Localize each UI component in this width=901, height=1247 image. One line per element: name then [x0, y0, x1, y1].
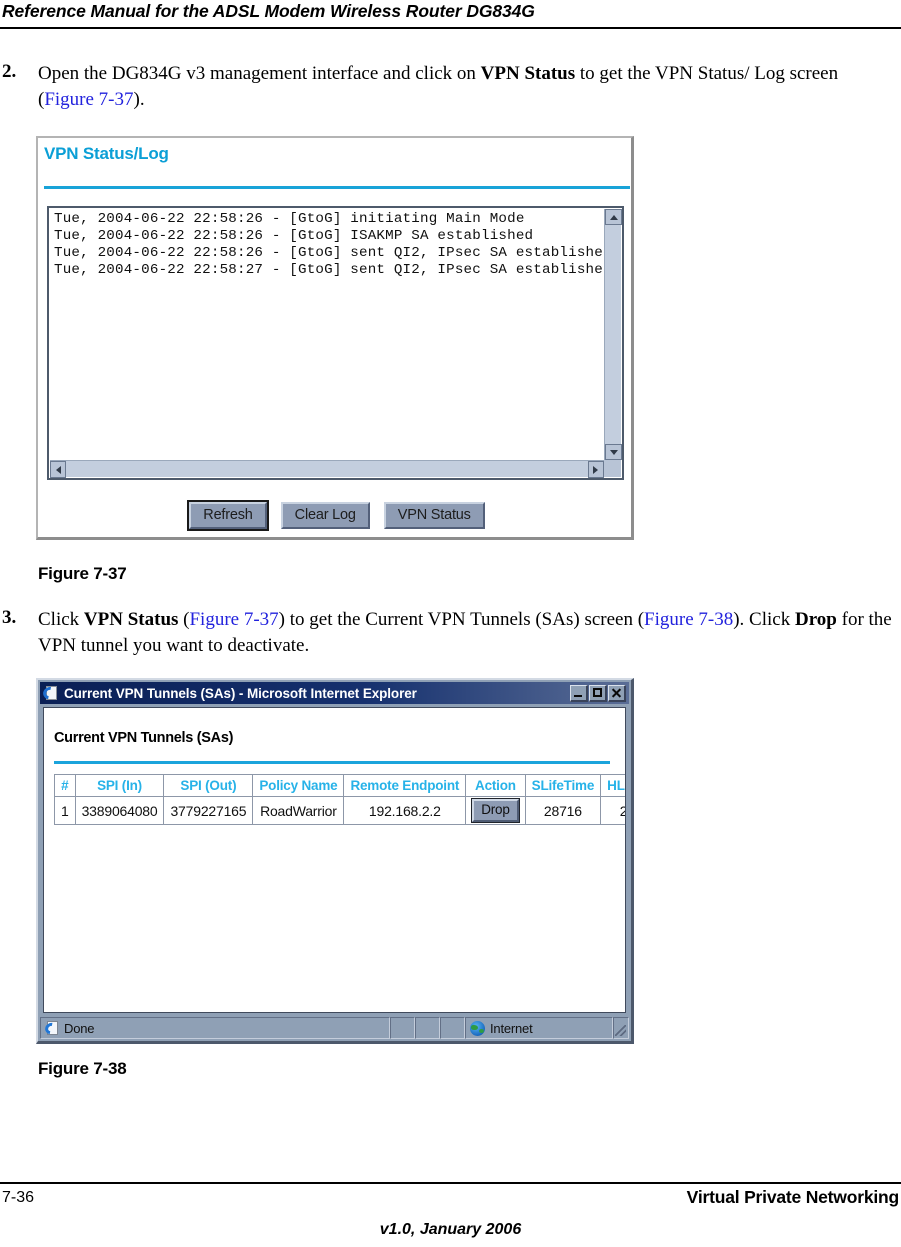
footer-section-title: Virtual Private Networking — [686, 1187, 900, 1207]
figure-7-38-link[interactable]: Figure 7-38 — [644, 609, 733, 630]
step-2-text: Open the DG834G v3 management interface … — [38, 61, 898, 113]
vpn-status-log-title: VPN Status/Log — [44, 144, 169, 163]
log-vertical-scrollbar[interactable] — [604, 209, 622, 460]
table-row: 1 3389064080 3779227165 RoadWarrior 192.… — [54, 796, 625, 825]
cell-spi-in: 3389064080 — [74, 796, 165, 825]
window-title-bar: Current VPN Tunnels (SAs) - Microsoft In… — [40, 682, 629, 704]
cell-index: 1 — [54, 796, 76, 825]
manual-title: Reference Manual for the ADSL Modem Wire… — [2, 1, 535, 21]
minimize-icon[interactable] — [570, 684, 588, 702]
status-message-cell: Done — [40, 1017, 390, 1039]
log-horizontal-scrollbar[interactable] — [50, 460, 604, 478]
step-2-seg-0: Open the DG834G v3 management interface … — [38, 63, 481, 84]
footer-divider — [0, 1182, 901, 1184]
col-spi-in: SPI (In) — [74, 774, 165, 797]
ie-document-icon — [42, 1020, 60, 1036]
vpn-log-line-0: Tue, 2004-06-22 22:58:26 - [GtoG] initia… — [54, 211, 525, 227]
col-spi-out: SPI (Out) — [163, 774, 254, 797]
resize-grip[interactable] — [613, 1017, 629, 1039]
status-message-text: Done — [64, 1020, 95, 1036]
col-remote-endpoint: Remote Endpoint — [343, 774, 467, 797]
security-zone-text: Internet — [490, 1020, 533, 1036]
vpn-status-log-panel: VPN Status/Log Tue, 2004-06-22 22:58:26 … — [38, 138, 631, 537]
close-icon[interactable] — [608, 684, 626, 702]
figure-7-38-screenshot: Current VPN Tunnels (SAs) - Microsoft In… — [36, 678, 634, 1044]
cell-hlifetime: 28715 — [600, 796, 625, 825]
vpn-log-textarea[interactable]: Tue, 2004-06-22 22:58:26 - [GtoG] initia… — [47, 206, 624, 480]
step-3-seg-2: ( — [178, 609, 190, 630]
step-3-seg-6: ). Click — [733, 609, 795, 630]
figure-7-37-caption: Figure 7-37 — [38, 564, 127, 583]
footer-page-number: 7-36 — [2, 1189, 35, 1206]
step-3-seg-0: Click — [38, 609, 84, 630]
internet-explorer-icon — [40, 684, 59, 702]
step-2-seg-1: VPN Status — [480, 63, 576, 84]
cell-action: Drop — [465, 796, 526, 825]
clear-log-button[interactable]: Clear Log — [280, 502, 370, 529]
globe-icon — [470, 1020, 485, 1036]
step-2-number: 2. — [2, 61, 17, 82]
vpn-tunnels-table: # SPI (In) SPI (Out) Policy Name Remote … — [54, 774, 625, 825]
current-vpn-tunnels-divider — [54, 761, 610, 764]
figure-7-37-screenshot: VPN Status/Log Tue, 2004-06-22 22:58:26 … — [36, 136, 634, 540]
browser-status-bar: Done Internet — [40, 1017, 629, 1039]
step-3-text: Click VPN Status (Figure 7-37) to get th… — [38, 607, 898, 659]
footer-version: v1.0, January 2006 — [379, 1221, 522, 1238]
table-header-row: # SPI (In) SPI (Out) Policy Name Remote … — [54, 774, 625, 797]
cell-slifetime: 28716 — [524, 796, 602, 825]
step-3-seg-1: VPN Status — [83, 609, 179, 630]
col-slifetime: SLifeTime — [524, 774, 602, 797]
vpn-log-line-1: Tue, 2004-06-22 22:58:26 - [GtoG] ISAKMP… — [54, 228, 534, 244]
vpn-status-button[interactable]: VPN Status — [383, 502, 485, 529]
refresh-button[interactable]: Refresh — [187, 500, 269, 531]
col-policy-name: Policy Name — [252, 774, 345, 797]
vpn-status-log-divider — [44, 186, 630, 189]
cell-spi-out: 3779227165 — [163, 796, 254, 825]
cell-remote-endpoint: 192.168.2.2 — [343, 796, 467, 825]
scroll-left-arrow-icon[interactable] — [50, 461, 66, 478]
window-controls — [569, 684, 626, 702]
step-3-seg-4: ) to get the Current VPN Tunnels (SAs) s… — [278, 609, 645, 630]
header-divider — [0, 27, 901, 29]
step-3-seg-7: Drop — [794, 609, 837, 630]
figure-7-37-link-b[interactable]: Figure 7-37 — [189, 609, 278, 630]
current-vpn-tunnels-heading: Current VPN Tunnels (SAs) — [54, 730, 234, 746]
status-cell-3 — [440, 1017, 465, 1039]
status-cell-2 — [415, 1017, 440, 1039]
figure-7-37-link-a[interactable]: Figure 7-37 — [44, 89, 133, 110]
figure-7-38-caption: Figure 7-38 — [38, 1059, 127, 1078]
status-cell-1 — [390, 1017, 415, 1039]
vpn-log-line-2: Tue, 2004-06-22 22:58:26 - [GtoG] sent Q… — [54, 245, 612, 261]
col-hlifetime: HLifeTime — [600, 774, 625, 797]
cell-policy-name: RoadWarrior — [252, 796, 345, 825]
col-index: # — [54, 774, 76, 797]
scrollbar-corner — [604, 460, 621, 477]
maximize-icon[interactable] — [589, 684, 607, 702]
page-header: Reference Manual for the ADSL Modem Wire… — [0, 0, 901, 32]
vpn-status-log-button-row: Refresh Clear Log VPN Status — [38, 500, 636, 531]
browser-content-area: Current VPN Tunnels (SAs) # SPI (In) SPI… — [43, 707, 626, 1013]
step-3-number: 3. — [2, 607, 17, 628]
security-zone-cell[interactable]: Internet — [465, 1017, 613, 1039]
scroll-right-arrow-icon[interactable] — [588, 461, 604, 478]
vpn-log-line-3: Tue, 2004-06-22 22:58:27 - [GtoG] sent Q… — [54, 262, 612, 278]
drop-button[interactable]: Drop — [471, 798, 520, 823]
step-2-seg-4: ). — [133, 89, 145, 110]
col-action: Action — [465, 774, 526, 797]
scroll-down-arrow-icon[interactable] — [605, 444, 622, 460]
window-title-text: Current VPN Tunnels (SAs) - Microsoft In… — [64, 685, 417, 701]
scroll-up-arrow-icon[interactable] — [605, 209, 622, 225]
